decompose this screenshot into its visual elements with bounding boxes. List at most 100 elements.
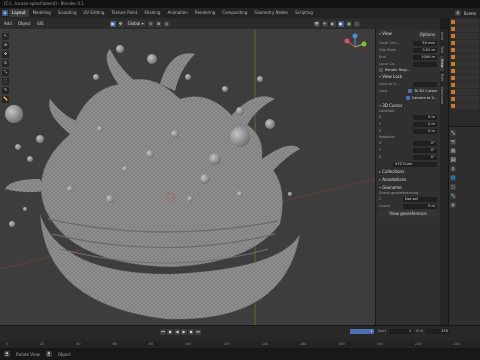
blender-logo-icon[interactable]: ◈ xyxy=(2,10,8,16)
viewport-canvas[interactable] xyxy=(0,29,375,325)
outliner-row[interactable] xyxy=(451,103,479,109)
to-3d-cursor-checkbox[interactable]: To 3D Cursor xyxy=(408,89,437,93)
outliner-row[interactable] xyxy=(451,19,479,25)
select-tool-icon[interactable]: ↖ xyxy=(2,33,9,40)
tab-animation[interactable]: Animation xyxy=(164,9,190,17)
jump-end-icon[interactable]: ⏭ xyxy=(195,329,201,335)
tab-modeling[interactable]: Modeling xyxy=(30,9,54,17)
lock-object-field[interactable] xyxy=(413,81,437,87)
render-props-icon[interactable]: 📷 xyxy=(450,139,456,145)
cursor-tool-icon[interactable]: ⊕ xyxy=(2,42,9,49)
vtab-geonome[interactable]: Geonome xyxy=(440,84,444,107)
scale-tool-icon[interactable]: ⤡ xyxy=(2,69,9,76)
measure-tool-icon[interactable]: 📏 xyxy=(2,96,9,103)
outliner-row[interactable] xyxy=(451,33,479,39)
render-region-checkbox[interactable]: Render Regi... xyxy=(379,68,437,72)
tab-shading[interactable]: Shading xyxy=(141,9,163,17)
timeline-ruler[interactable]: 0 20 40 60 80 100 120 140 160 180 200 220 240 xyxy=(0,341,480,348)
outliner[interactable] xyxy=(448,18,480,126)
clip-end-field[interactable]: 1000 m xyxy=(413,54,437,60)
navigation-gizmo[interactable] xyxy=(341,33,369,61)
outliner-row[interactable] xyxy=(451,68,479,74)
tab-uv-editing[interactable]: UV Editing xyxy=(81,9,108,17)
crs-field[interactable]: Not set xyxy=(403,196,437,202)
tab-scripting[interactable]: Scripting xyxy=(292,9,316,17)
annotate-tool-icon[interactable]: ✎ xyxy=(2,87,9,94)
view-georeference-button[interactable]: View georeference xyxy=(379,210,437,217)
outliner-row[interactable] xyxy=(451,40,479,46)
menu-object[interactable]: Object xyxy=(16,21,33,26)
outliner-row[interactable] xyxy=(451,96,479,102)
outliner-row[interactable] xyxy=(451,82,479,88)
tab-sculpting[interactable]: Sculpting xyxy=(55,9,80,17)
rotation-z-field[interactable]: 0° xyxy=(413,154,437,160)
view-section-header[interactable]: View xyxy=(379,31,392,37)
tab-geometry-nodes[interactable]: Geometry Nodes xyxy=(251,9,291,17)
options-button[interactable]: Options xyxy=(417,31,437,38)
rotation-mode-dropdown[interactable]: XYZ Euler xyxy=(393,161,437,167)
modifier-props-icon[interactable]: 🔧 xyxy=(450,193,456,199)
tab-compositing[interactable]: Compositing xyxy=(219,9,250,17)
tool-props-icon[interactable]: 🔧 xyxy=(450,130,456,136)
world-props-icon[interactable]: 🌐 xyxy=(450,175,456,181)
current-frame-field[interactable]: 1 xyxy=(350,329,375,334)
local-camera-field[interactable] xyxy=(413,61,437,67)
snap-icon[interactable]: ⊞ xyxy=(155,20,162,27)
start-frame-field[interactable]: 1 xyxy=(389,329,414,334)
jump-start-icon[interactable]: ⏮ xyxy=(160,329,166,335)
shading-render-icon[interactable]: ○ xyxy=(353,20,360,27)
outliner-row[interactable] xyxy=(451,75,479,81)
outliner-row[interactable] xyxy=(451,61,479,67)
next-key-icon[interactable]: ◆ xyxy=(188,329,194,335)
camera-to-view-checkbox[interactable]: Camera to V... xyxy=(405,96,437,100)
menu-add[interactable]: Add xyxy=(2,21,14,26)
visibility-icon[interactable]: 👁 xyxy=(313,20,320,27)
transform-icon[interactable]: ✥ xyxy=(117,20,124,27)
timeline[interactable]: ⏮ ◆ ◀ ▶ ◆ ⏭ 1 Start 1 End 250 xyxy=(0,325,480,341)
material-props-icon[interactable]: ◍ xyxy=(450,202,456,208)
rotation-x-field[interactable]: 0° xyxy=(413,140,437,146)
vtab-edit[interactable]: Edit xyxy=(440,71,444,84)
play-reverse-icon[interactable]: ◀ xyxy=(174,329,180,335)
end-frame-field[interactable]: 250 xyxy=(426,329,450,334)
tab-texture-paint[interactable]: Texture Paint xyxy=(108,9,140,17)
vtab-view[interactable]: View xyxy=(440,56,444,71)
shading-material-icon[interactable]: ◑ xyxy=(345,20,352,27)
coords-field[interactable]: 0 m xyxy=(403,203,437,209)
output-props-icon[interactable]: 🖨 xyxy=(450,148,456,154)
properties-editor[interactable]: 🔧 📷 🖨 🖼 ⛭ 🌐 ▢ 🔧 ◍ xyxy=(448,126,480,326)
outliner-row[interactable] xyxy=(451,89,479,95)
view-lock-header[interactable]: View Lock xyxy=(379,74,437,80)
outliner-row[interactable] xyxy=(451,54,479,60)
select-mode-icon[interactable]: ▣ xyxy=(109,20,116,27)
view-layer-icon[interactable]: 🖼 xyxy=(450,157,456,163)
rotation-y-field[interactable]: 0° xyxy=(413,147,437,153)
outliner-row[interactable] xyxy=(451,26,479,32)
scene-selector[interactable]: ⛭ Scene xyxy=(454,8,476,18)
pivot-icon[interactable]: ⊙ xyxy=(147,20,154,27)
clip-start-field[interactable]: 0.01 m xyxy=(413,47,437,53)
shading-solid-icon[interactable]: ● xyxy=(337,20,344,27)
proportional-icon[interactable]: ◎ xyxy=(163,20,170,27)
transform-tool-icon[interactable]: ⬚ xyxy=(2,78,9,85)
location-z-field[interactable]: 0 m xyxy=(413,128,437,134)
vtab-tool[interactable]: Tool xyxy=(440,43,444,56)
gizmo-icon[interactable]: ✣ xyxy=(321,20,328,27)
play-icon[interactable]: ▶ xyxy=(181,329,187,335)
location-x-field[interactable]: 0 m xyxy=(413,114,437,120)
tab-rendering[interactable]: Rendering xyxy=(192,9,218,17)
vtab-item[interactable]: Item xyxy=(440,29,444,43)
collections-header[interactable]: Collections xyxy=(379,169,437,175)
outliner-row[interactable] xyxy=(451,47,479,53)
rotate-tool-icon[interactable]: ↻ xyxy=(2,60,9,67)
object-props-icon[interactable]: ▢ xyxy=(450,184,456,190)
viewport-3d[interactable]: ↖ ⊕ ✥ ↻ ⤡ ⬚ ✎ 📏 xyxy=(0,29,375,325)
move-tool-icon[interactable]: ✥ xyxy=(2,51,9,58)
menu-gis[interactable]: GIS xyxy=(35,21,46,26)
prev-key-icon[interactable]: ◆ xyxy=(167,329,173,335)
overlay-icon[interactable]: ◐ xyxy=(329,20,336,27)
orientation-dropdown[interactable]: Global ▾ xyxy=(125,20,146,27)
tab-layout[interactable]: Layout xyxy=(9,9,29,17)
location-y-field[interactable]: 0 m xyxy=(413,121,437,127)
annotations-header[interactable]: Annotations xyxy=(379,177,437,183)
